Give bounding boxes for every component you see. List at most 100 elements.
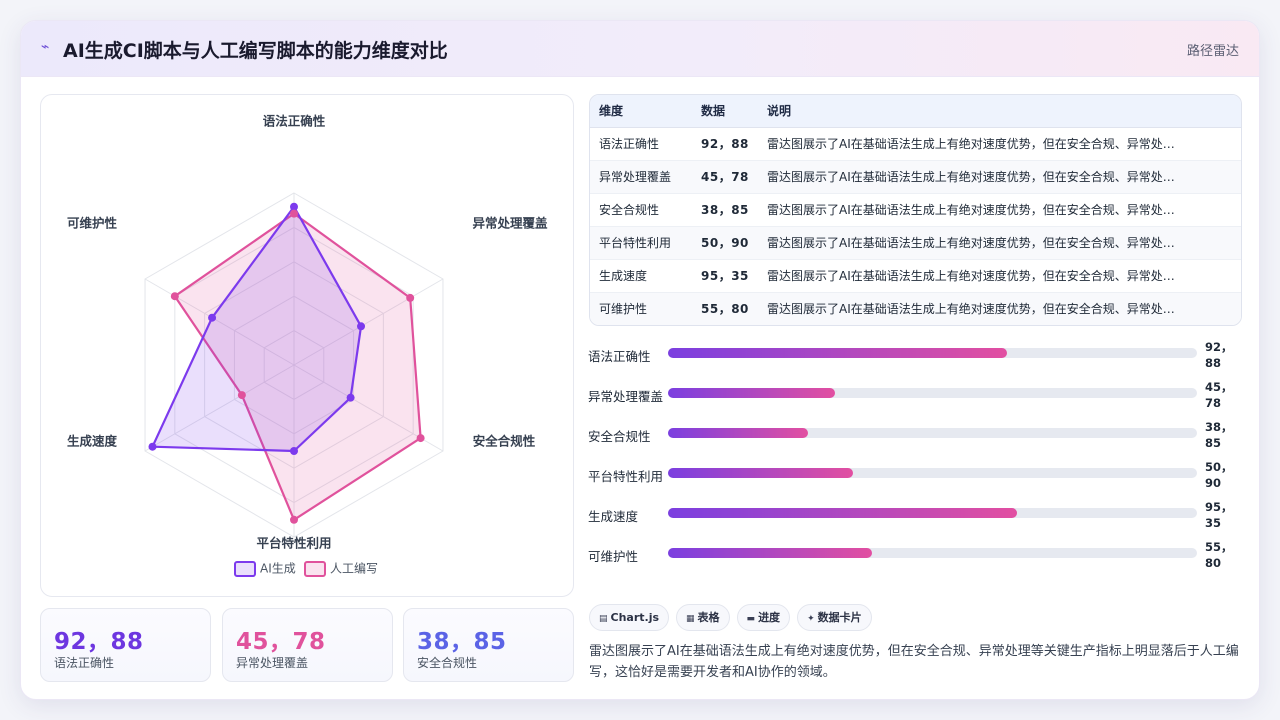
dimension-cell: 异常处理覆盖 <box>590 159 692 193</box>
progress-value: 95，35 <box>1205 500 1233 530</box>
column-header: 说明 <box>758 95 1241 128</box>
table-row: 异常处理覆盖 45，78 雷达图展示了AI在基础语法生成上有绝对速度优势，但在安… <box>590 159 1241 193</box>
progress-row: 安全合规性 38，85 <box>588 420 1248 450</box>
radar-axis-label: 安全合规性 <box>473 434 536 449</box>
chip-label: 数据卡片 <box>817 611 862 624</box>
table-icon: ▦ <box>686 614 695 624</box>
progress-value: 92，88 <box>1205 340 1233 370</box>
chip-label: 进度 <box>758 611 781 624</box>
radar-point <box>416 434 425 443</box>
progress-fill <box>668 388 835 398</box>
progress-fill <box>668 548 872 558</box>
radar-point <box>357 322 366 331</box>
progress-fill <box>668 428 809 438</box>
table-row: 语法正确性 92，88 雷达图展示了AI在基础语法生成上有绝对速度优势，但在安全… <box>590 126 1241 160</box>
main-card: ⌁ AI生成CI脚本与人工编写脚本的能力维度对比 路径雷达 语法正确性 异常处理覆… <box>20 20 1260 700</box>
chip-chartjs[interactable]: ▤ Chart.js <box>589 604 670 631</box>
sparkle-icon: ✦ <box>807 614 815 624</box>
progress-label: 语法正确性 <box>588 349 651 364</box>
progress-fill <box>668 348 1007 358</box>
progress-row: 平台特性利用 50，90 <box>588 460 1248 490</box>
data-table: 维度 数据 说明 语法正确性 92，88 雷达图展示了AI在基础语法生成上有绝对… <box>589 94 1242 326</box>
tech-chips: ▤ Chart.js ▦ 表格 ▬ 进度 ✦ 数据卡片 <box>589 604 879 632</box>
progress-label: 可维护性 <box>588 549 639 564</box>
radar-axis-label: 异常处理覆盖 <box>472 216 548 231</box>
progress-value: 45，78 <box>1205 380 1233 410</box>
pulse-icon: ⌁ <box>41 39 50 55</box>
legend-label: AI生成 <box>260 562 296 576</box>
description-cell: 雷达图展示了AI在基础语法生成上有绝对速度优势，但在安全合规、异常处… <box>758 258 1241 292</box>
progress-row: 语法正确性 92，88 <box>588 340 1248 370</box>
dimension-cell: 安全合规性 <box>590 192 692 226</box>
description-cell: 雷达图展示了AI在基础语法生成上有绝对速度优势，但在安全合规、异常处… <box>758 291 1241 325</box>
radar-axis-label: 可维护性 <box>67 216 118 231</box>
progress-fill <box>668 468 854 478</box>
kpi-card-2: 45，78 异常处理覆盖 <box>222 608 393 682</box>
radar-point <box>290 515 298 524</box>
column-header: 数据 <box>692 95 758 128</box>
radar-point <box>170 292 179 301</box>
radar-point <box>290 447 298 455</box>
dimension-cell: 平台特性利用 <box>590 225 692 259</box>
data-cell: 95，35 <box>692 258 758 292</box>
table-row: 生成速度 95，35 雷达图展示了AI在基础语法生成上有绝对速度优势，但在安全合… <box>590 258 1241 292</box>
radar-chart: 语法正确性 异常处理覆盖 安全合规性 平台特性利用 生成速度 可维护性 AI生成 人工编写 <box>40 94 574 597</box>
kpi-value: 38，85 <box>417 629 507 655</box>
radar-point <box>208 313 217 322</box>
data-cell: 50，90 <box>692 225 758 259</box>
chart-icon: ▤ <box>599 614 608 624</box>
radar-point <box>290 209 298 218</box>
kpi-card-1: 92，88 语法正确性 <box>40 608 211 682</box>
progress-row: 可维护性 55，80 <box>588 540 1248 570</box>
progress-icon: ▬ <box>746 614 756 624</box>
chip-label: Chart.js <box>610 611 660 624</box>
progress-label: 异常处理覆盖 <box>588 389 664 404</box>
dimension-cell: 语法正确性 <box>590 126 692 160</box>
kpi-card-3: 38，85 安全合规性 <box>403 608 574 682</box>
dimension-cell: 可维护性 <box>590 291 692 325</box>
description-cell: 雷达图展示了AI在基础语法生成上有绝对速度优势，但在安全合规、异常处… <box>758 159 1241 193</box>
radar-point <box>406 293 415 302</box>
kpi-label: 安全合规性 <box>417 656 478 670</box>
legend-label: 人工编写 <box>330 561 378 576</box>
description-cell: 雷达图展示了AI在基础语法生成上有绝对速度优势，但在安全合规、异常处… <box>758 192 1241 226</box>
chip-table[interactable]: ▦ 表格 <box>676 604 730 631</box>
progress-value: 50，90 <box>1205 460 1233 490</box>
progress-track <box>668 548 1197 558</box>
data-cell: 92，88 <box>692 126 758 160</box>
kpi-label: 异常处理覆盖 <box>236 656 309 670</box>
dimension-cell: 生成速度 <box>590 258 692 292</box>
progress-track <box>668 348 1197 358</box>
description-cell: 雷达图展示了AI在基础语法生成上有绝对速度优势，但在安全合规、异常处… <box>758 225 1241 259</box>
progress-track <box>668 428 1197 438</box>
progress-label: 生成速度 <box>588 509 639 524</box>
progress-label: 安全合规性 <box>588 429 651 444</box>
radar-axis-label: 语法正确性 <box>263 114 326 129</box>
column-header: 维度 <box>590 95 692 128</box>
chip-progress[interactable]: ▬ 进度 <box>736 604 791 631</box>
table-row: 平台特性利用 50，90 雷达图展示了AI在基础语法生成上有绝对速度优势，但在安… <box>590 225 1241 259</box>
kpi-value: 45，78 <box>236 629 326 655</box>
radar-point <box>237 391 246 400</box>
chart-type-tag: 路径雷达 <box>1186 44 1239 59</box>
progress-bars: 语法正确性 92，88 异常处理覆盖 45，78 安全合规性 38，85 平台特… <box>588 340 1248 581</box>
chart-description: 雷达图展示了AI在基础语法生成上有绝对速度优势，但在安全合规、异常处理等关键生产… <box>589 644 1239 680</box>
progress-label: 平台特性利用 <box>588 469 664 484</box>
progress-track <box>668 508 1197 518</box>
radar-point <box>290 202 298 211</box>
radar-point <box>346 393 355 402</box>
progress-row: 生成速度 95，35 <box>588 500 1248 530</box>
page-header: ⌁ AI生成CI脚本与人工编写脚本的能力维度对比 路径雷达 <box>21 21 1259 77</box>
legend-swatch <box>234 561 256 577</box>
data-cell: 55，80 <box>692 291 758 325</box>
description-cell: 雷达图展示了AI在基础语法生成上有绝对速度优势，但在安全合规、异常处… <box>758 126 1241 160</box>
progress-fill <box>668 508 1018 518</box>
kpi-label: 语法正确性 <box>54 656 115 670</box>
table-header-row: 维度 数据 说明 <box>590 95 1241 128</box>
progress-row: 异常处理覆盖 45，78 <box>588 380 1248 410</box>
chip-data-card[interactable]: ✦ 数据卡片 <box>797 604 872 631</box>
data-cell: 38，85 <box>692 192 758 226</box>
table-row: 可维护性 55，80 雷达图展示了AI在基础语法生成上有绝对速度优势，但在安全合… <box>590 291 1241 325</box>
table-row: 安全合规性 38，85 雷达图展示了AI在基础语法生成上有绝对速度优势，但在安全… <box>590 192 1241 226</box>
progress-track <box>668 388 1197 398</box>
